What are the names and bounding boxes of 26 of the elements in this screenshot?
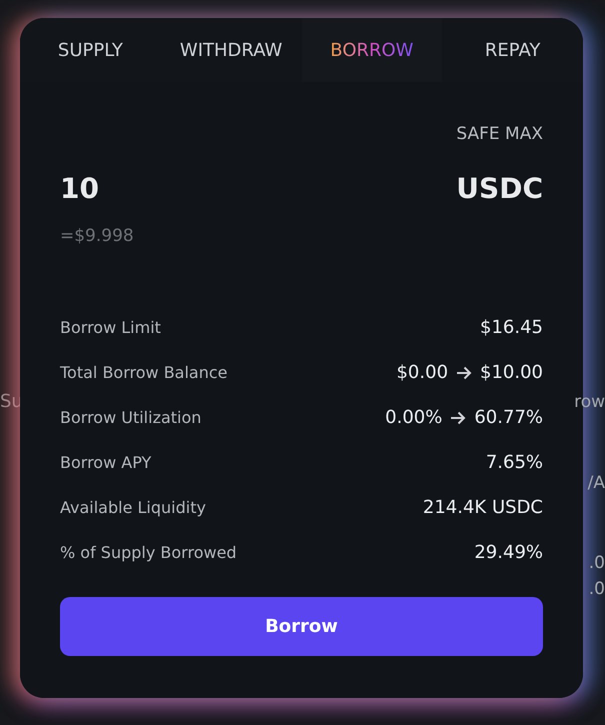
- token-symbol: USDC: [456, 170, 543, 206]
- detail-label: Available Liquidity: [60, 496, 206, 518]
- detail-label: Borrow Utilization: [60, 406, 202, 428]
- background-text: /A: [588, 472, 605, 494]
- usd-value: =$9.998: [60, 224, 135, 248]
- safe-max-link[interactable]: SAFE MAX: [456, 122, 543, 148]
- detail-label: % of Supply Borrowed: [60, 542, 237, 564]
- detail-value: 214.4K USDC: [422, 496, 543, 520]
- tab[interactable]: BORROW: [302, 18, 442, 82]
- borrow-button[interactable]: Borrow: [60, 597, 543, 656]
- detail-value: $16.45: [480, 316, 543, 340]
- detail-value: 29.49%: [474, 541, 543, 565]
- background-text: .0: [588, 578, 605, 600]
- arrow-right-icon: [456, 366, 472, 380]
- detail-value: $10.00: [480, 361, 543, 385]
- arrow-right-icon: [450, 410, 466, 424]
- detail-value: 7.65%: [486, 451, 543, 475]
- detail-value: 60.77%: [474, 406, 543, 430]
- detail-label: Borrow Limit: [60, 316, 161, 338]
- detail-label: Borrow APY: [60, 452, 152, 474]
- background-text: .0: [588, 552, 605, 575]
- background-text: row: [574, 391, 605, 414]
- detail-label: Total Borrow Balance: [60, 362, 228, 384]
- detail-value: 0.00%: [385, 406, 442, 430]
- amount-input[interactable]: 10: [60, 168, 99, 210]
- detail-value: $0.00: [396, 361, 448, 385]
